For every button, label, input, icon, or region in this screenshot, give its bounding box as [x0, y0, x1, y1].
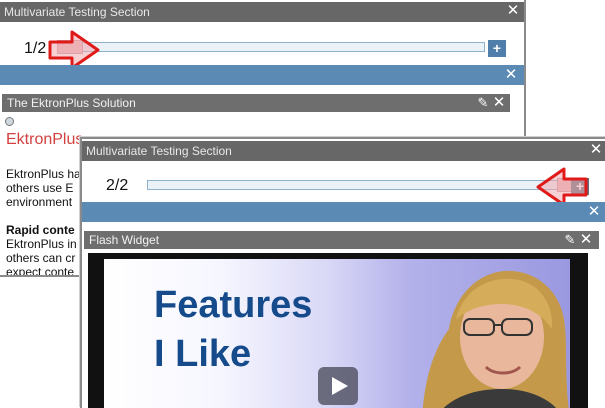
- front-variant-slider[interactable]: [147, 180, 577, 190]
- back-panel-titlebar: Multivariate Testing Section ✕: [0, 2, 524, 22]
- video-play-button[interactable]: [318, 367, 358, 405]
- back-widget-bullet-icon: [5, 117, 14, 126]
- front-bluebar-close-icon[interactable]: ✕: [587, 204, 601, 219]
- front-widget-titlebar: Flash Widget ✎ ✕: [84, 231, 599, 249]
- back-body-line-2: others use E: [6, 181, 74, 195]
- flash-video-player[interactable]: Features I Like: [88, 253, 588, 408]
- front-widget-title: Flash Widget: [89, 233, 160, 247]
- back-panel-close-icon[interactable]: ✕: [506, 3, 520, 18]
- back-body-line-6: expect conte: [6, 265, 75, 277]
- back-widget-title: The EktronPlus Solution: [7, 96, 136, 110]
- back-body-line-5: others can cr: [6, 251, 76, 265]
- front-panel-titlebar: Multivariate Testing Section ✕: [82, 141, 605, 161]
- back-widget-titlebar: The EktronPlus Solution ✎ ✕: [2, 94, 510, 112]
- presenter-image: [422, 270, 569, 408]
- back-blue-bar: ✕: [0, 65, 524, 85]
- video-title-line-1: Features: [154, 284, 313, 326]
- back-body-line-3: environment: [6, 195, 73, 209]
- play-icon: [332, 377, 348, 395]
- front-panel-close-icon[interactable]: ✕: [589, 142, 603, 157]
- front-widget-close-icon[interactable]: ✕: [579, 232, 593, 247]
- back-bold-heading: Rapid conte: [6, 223, 75, 237]
- video-title-line-2: I Like: [154, 333, 252, 375]
- back-widget-close-icon[interactable]: ✕: [492, 95, 506, 110]
- front-panel-title: Multivariate Testing Section: [86, 144, 232, 158]
- back-body-line-4: EktronPlus in: [6, 237, 77, 251]
- back-panel-title: Multivariate Testing Section: [4, 5, 150, 19]
- front-testing-panel: Multivariate Testing Section ✕ 2/2 + ✕ F…: [80, 137, 605, 408]
- back-body-line-1: EktronPlus ha: [6, 167, 81, 181]
- back-widget-edit-pencil-icon[interactable]: ✎: [476, 96, 490, 110]
- video-frame: Features I Like: [104, 259, 570, 408]
- back-variant-counter: 1/2: [24, 40, 47, 57]
- front-variant-counter: 2/2: [106, 177, 129, 194]
- front-blue-bar: ✕: [82, 202, 605, 222]
- back-add-variant-button[interactable]: +: [488, 40, 506, 57]
- front-widget-edit-pencil-icon[interactable]: ✎: [563, 233, 577, 247]
- back-variant-slider[interactable]: [58, 42, 485, 52]
- back-brand-heading: EktronPlus: [6, 131, 84, 148]
- back-bluebar-close-icon[interactable]: ✕: [504, 67, 518, 82]
